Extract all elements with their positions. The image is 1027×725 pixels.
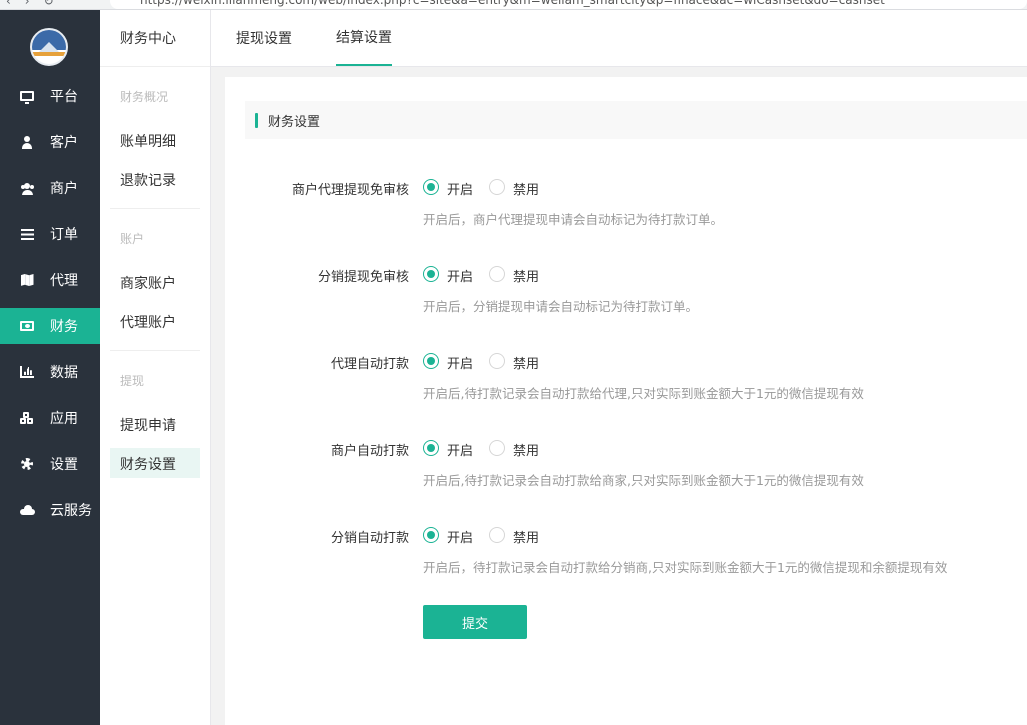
radio-disable[interactable] xyxy=(489,179,505,195)
radio-disable-label[interactable]: 禁用 xyxy=(513,440,539,459)
sidebar-item-data[interactable]: 数据 xyxy=(0,354,100,390)
setting-hint: 开启后，待打款记录会自动打款给分销商,只对实际到账金额大于1元的微信提现和余额提… xyxy=(423,560,948,575)
sidebar-item-label: 财务 xyxy=(50,319,78,335)
browser-toolbar: ‹›↻ https://weixin.ilianmeng.com/web/ind… xyxy=(0,0,1027,10)
sidebar-item-label: 商户 xyxy=(50,181,78,197)
radio-enable[interactable] xyxy=(423,353,439,369)
sidebar-item-label: 设置 xyxy=(50,457,78,473)
logo[interactable] xyxy=(30,28,68,66)
map-icon xyxy=(20,273,34,287)
tab-settlement-settings[interactable]: 结算设置 xyxy=(336,10,392,66)
radio-enable-label[interactable]: 开启 xyxy=(447,440,473,459)
radio-enable-label[interactable]: 开启 xyxy=(447,527,473,546)
setting-hint: 开启后,待打款记录会自动打款给代理,只对实际到账金额大于1元的微信提现有效 xyxy=(423,386,864,401)
radio-enable-label[interactable]: 开启 xyxy=(447,353,473,372)
sidebar-item-cloud[interactable]: 云服务 xyxy=(0,492,100,528)
radio-enable[interactable] xyxy=(423,179,439,195)
subnav-group-title: 账户 xyxy=(120,232,145,246)
tab-bar: 提现设置 结算设置 xyxy=(211,10,1027,67)
browser-nav-icons[interactable]: ‹›↻ xyxy=(6,0,68,8)
radio-disable-label[interactable]: 禁用 xyxy=(513,353,539,372)
gear-icon xyxy=(20,457,34,471)
setting-hint: 开启后，商户代理提现申请会自动标记为待打款订单。 xyxy=(423,212,724,227)
sidebar-item-customer[interactable]: 客户 xyxy=(0,124,100,160)
sidebar-item-label: 订单 xyxy=(50,227,78,243)
money-icon xyxy=(20,319,34,333)
subnav-title: 财务中心 xyxy=(100,10,210,67)
sidebar-item-platform[interactable]: 平台 xyxy=(0,78,100,114)
radio-disable-label[interactable]: 禁用 xyxy=(513,527,539,546)
sub-sidebar: 财务中心 财务概况 账单明细 退款记录 账户 商家账户 代理账户 提现 提现申请… xyxy=(100,10,211,725)
radio-disable[interactable] xyxy=(489,440,505,456)
radio-disable[interactable] xyxy=(489,266,505,282)
main-sidebar: 平台 客户 商户 订单 代理 财务 数据 应用 设置 云服务 xyxy=(0,10,100,725)
setting-label: 商户代理提现免审核 xyxy=(291,183,409,198)
user-icon xyxy=(20,135,34,149)
sidebar-item-settings[interactable]: 设置 xyxy=(0,446,100,482)
setting-label: 代理自动打款 xyxy=(330,357,409,372)
sidebar-item-label: 代理 xyxy=(50,273,78,289)
setting-hint: 开启后，分销提现申请会自动标记为待打款订单。 xyxy=(423,299,699,314)
setting-label: 分销提现免审核 xyxy=(317,270,409,285)
sidebar-item-merchant[interactable]: 商户 xyxy=(0,170,100,206)
setting-label: 分销自动打款 xyxy=(330,531,409,546)
subnav-link-agent-account[interactable]: 代理账户 xyxy=(120,312,176,332)
divider xyxy=(110,350,200,351)
users-icon xyxy=(20,181,34,195)
sidebar-item-label: 客户 xyxy=(50,135,78,151)
sidebar-item-label: 应用 xyxy=(50,411,78,427)
radio-disable[interactable] xyxy=(489,353,505,369)
list-icon xyxy=(20,227,34,241)
submit-button[interactable]: 提交 xyxy=(423,605,527,639)
radio-enable-label[interactable]: 开启 xyxy=(447,266,473,285)
cloud-icon xyxy=(20,503,35,517)
subnav-link-finance-settings[interactable]: 财务设置 xyxy=(120,454,176,474)
subnav-link-refund-records[interactable]: 退款记录 xyxy=(120,170,176,190)
section-header: 财务设置 xyxy=(245,101,1027,139)
radio-disable-label[interactable]: 禁用 xyxy=(513,179,539,198)
sidebar-item-label: 数据 xyxy=(50,365,78,381)
subnav-link-withdraw-apply[interactable]: 提现申请 xyxy=(120,415,176,435)
sidebar-item-label: 平台 xyxy=(50,89,78,105)
sidebar-item-label: 云服务 xyxy=(50,503,92,519)
radio-enable[interactable] xyxy=(423,440,439,456)
sidebar-item-apps[interactable]: 应用 xyxy=(0,400,100,436)
sidebar-item-order[interactable]: 订单 xyxy=(0,216,100,252)
sidebar-item-finance[interactable]: 财务 xyxy=(0,308,100,344)
address-bar[interactable]: https://weixin.ilianmeng.com/web/index.p… xyxy=(110,0,1027,9)
monitor-icon xyxy=(20,89,34,104)
radio-disable-label[interactable]: 禁用 xyxy=(513,266,539,285)
bar-chart-icon xyxy=(20,365,34,379)
tab-withdraw-settings[interactable]: 提现设置 xyxy=(236,10,292,65)
subnav-link-merchant-account[interactable]: 商家账户 xyxy=(120,273,176,293)
section-title: 财务设置 xyxy=(268,114,321,130)
subnav-link-bill-detail[interactable]: 账单明细 xyxy=(120,131,176,151)
radio-disable[interactable] xyxy=(489,527,505,543)
settings-panel: 财务设置 商户代理提现免审核 开启 禁用 开启后，商户代理提现申请会自动标记为待… xyxy=(225,77,1027,725)
setting-label: 商户自动打款 xyxy=(330,444,409,459)
divider xyxy=(110,208,200,209)
radio-enable[interactable] xyxy=(423,527,439,543)
radio-enable-label[interactable]: 开启 xyxy=(447,179,473,198)
radio-enable[interactable] xyxy=(423,266,439,282)
setting-hint: 开启后,待打款记录会自动打款给商家,只对实际到账金额大于1元的微信提现有效 xyxy=(423,473,864,488)
subnav-group-title: 财务概况 xyxy=(120,90,169,104)
subnav-group-title: 提现 xyxy=(120,374,145,388)
sidebar-item-agent[interactable]: 代理 xyxy=(0,262,100,298)
section-accent-bar xyxy=(255,112,258,128)
cubes-icon xyxy=(20,411,34,425)
